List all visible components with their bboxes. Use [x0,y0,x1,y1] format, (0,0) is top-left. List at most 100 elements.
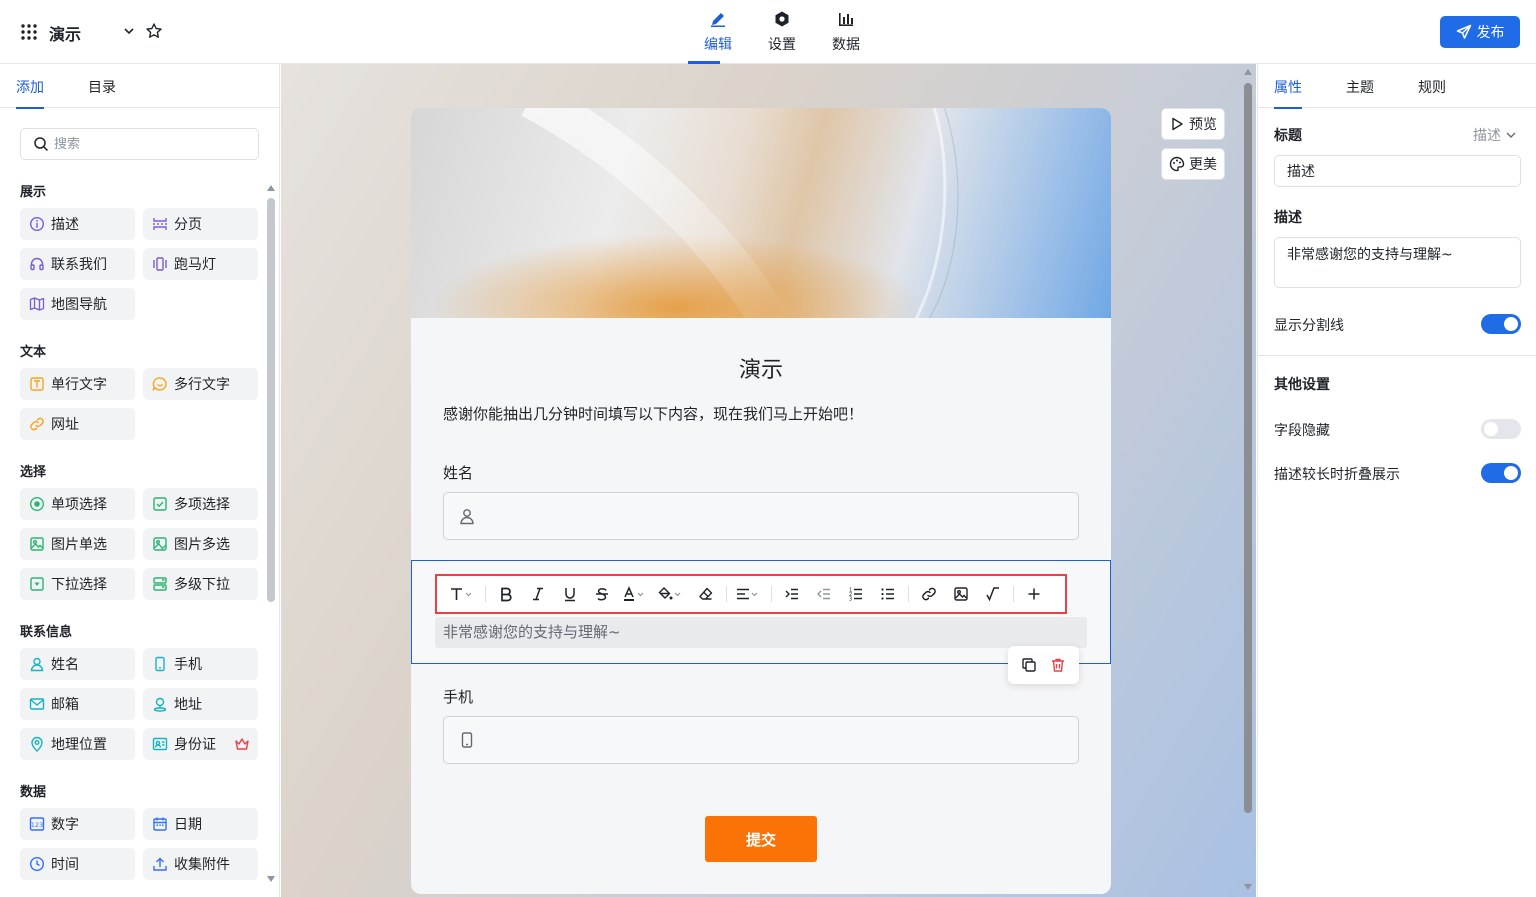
tab-edit[interactable]: 编辑 [686,10,750,64]
form-title[interactable]: 演示 [411,352,1111,384]
component-map-navigation[interactable]: 地图导航 [20,288,135,320]
dropdown-icon [30,577,44,591]
component-time[interactable]: 时间 [20,848,135,880]
bold-button[interactable] [490,580,522,608]
checkbox-icon [153,497,167,511]
show-divider-toggle[interactable] [1481,314,1521,334]
underline-button[interactable] [554,580,586,608]
component-image-single-choice[interactable]: 图片单选 [20,528,135,560]
tab-outline[interactable]: 目录 [88,77,116,97]
component-label: 收集附件 [174,857,230,873]
tab-rules[interactable]: 规则 [1418,77,1446,97]
title-input[interactable] [1274,155,1521,187]
link-button[interactable] [913,580,945,608]
tab-theme[interactable]: 主题 [1346,77,1374,97]
fill-color-icon [658,587,681,600]
collapse-toggle[interactable] [1481,463,1521,483]
component-number[interactable]: 123 数字 [20,808,135,840]
image-icon [954,587,968,601]
component-contact-us[interactable]: 联系我们 [20,248,135,280]
strikethrough-button[interactable] [586,580,618,608]
phone-input[interactable] [443,716,1079,764]
component-label: 多行文字 [174,377,230,393]
submit-button[interactable]: 提交 [705,816,817,862]
publish-button[interactable]: 发布 [1440,16,1520,48]
component-date[interactable]: 日期 [143,808,258,840]
app-grid-icon[interactable] [20,23,38,41]
indent-button[interactable] [776,580,808,608]
text-style-icon [451,588,472,600]
rich-text-toolbar: 123 [435,574,1067,614]
component-multi-choice[interactable]: 多项选择 [143,488,258,520]
italic-button[interactable] [522,580,554,608]
component-phone[interactable]: 手机 [143,648,258,680]
beautify-button[interactable]: 更美 [1161,148,1225,180]
component-email[interactable]: 邮箱 [20,688,135,720]
font-color-button[interactable] [618,580,654,608]
component-page-break[interactable]: 分页 [143,208,258,240]
hide-field-toggle[interactable] [1481,419,1521,439]
left-scrollbar-thumb[interactable] [267,198,275,602]
component-url[interactable]: 网址 [20,408,135,440]
insert-more-button[interactable] [1018,580,1050,608]
component-single-line-text[interactable]: 单行文字 [20,368,135,400]
formula-button[interactable] [977,580,1009,608]
scroll-up-arrow-icon[interactable] [1244,69,1252,75]
component-address[interactable]: 地址 [143,688,258,720]
star-icon[interactable] [145,22,163,40]
tab-data[interactable]: 数据 [814,10,878,64]
top-bar: 演示 编辑 设置 数据 发布 [0,0,1536,64]
name-input[interactable] [443,492,1079,540]
title-type-select[interactable]: 描述 [1473,125,1517,145]
chevron-down-icon[interactable] [122,24,136,38]
svg-text:3: 3 [849,597,852,603]
description-textarea[interactable]: 非常感谢您的支持与理解~ [1274,237,1521,288]
component-file-upload[interactable]: 收集附件 [143,848,258,880]
component-label: 图片单选 [51,537,107,553]
copy-icon[interactable] [1021,657,1037,673]
component-label: 网址 [51,417,79,433]
component-id-card[interactable]: 身份证 [143,728,258,760]
scroll-down-arrow-icon[interactable] [1244,884,1252,890]
component-cascade-dropdown[interactable]: 多级下拉 [143,568,258,600]
component-geo-location[interactable]: 地理位置 [20,728,135,760]
tab-properties[interactable]: 属性 [1274,77,1302,109]
insert-image-button[interactable] [945,580,977,608]
component-carousel[interactable]: 跑马灯 [143,248,258,280]
component-single-choice[interactable]: 单项选择 [20,488,135,520]
component-image-multi-choice[interactable]: 图片多选 [143,528,258,560]
right-tabs: 属性 主题 规则 [1258,64,1536,109]
description-editor[interactable]: 非常感谢您的支持与理解~ [435,617,1087,648]
tab-label: 数据 [832,37,860,53]
location-person-icon [153,697,167,712]
fill-color-button[interactable] [654,580,690,608]
align-button[interactable] [731,580,767,608]
outdent-button[interactable] [808,580,840,608]
ordered-list-icon: 123 [849,588,862,603]
user-icon [30,657,44,672]
delete-icon[interactable] [1050,657,1066,673]
link-icon [30,417,44,431]
ordered-list-button[interactable]: 123 [840,580,872,608]
page-break-icon [153,218,167,230]
component-label: 下拉选择 [51,577,107,593]
tab-settings[interactable]: 设置 [750,10,814,64]
scroll-up-arrow-icon[interactable] [267,185,275,191]
field-label-phone: 手机 [443,688,474,706]
bullet-list-button[interactable] [872,580,904,608]
component-name[interactable]: 姓名 [20,648,135,680]
component-dropdown[interactable]: 下拉选择 [20,568,135,600]
tab-add[interactable]: 添加 [16,77,44,109]
search-box[interactable] [20,128,259,160]
beautify-label: 更美 [1189,157,1217,173]
component-label: 多项选择 [174,497,230,513]
search-input[interactable] [54,136,234,152]
text-style-button[interactable] [445,580,481,608]
component-multi-line-text[interactable]: 多行文字 [143,368,258,400]
canvas-scrollbar-thumb[interactable] [1244,83,1252,813]
form-description[interactable]: 感谢你能抽出几分钟时间填写以下内容，现在我们马上开始吧！ [443,403,863,424]
scroll-down-arrow-icon[interactable] [267,876,275,882]
component-description[interactable]: 描述 [20,208,135,240]
preview-button[interactable]: 预览 [1161,108,1225,140]
clear-format-button[interactable] [690,580,722,608]
